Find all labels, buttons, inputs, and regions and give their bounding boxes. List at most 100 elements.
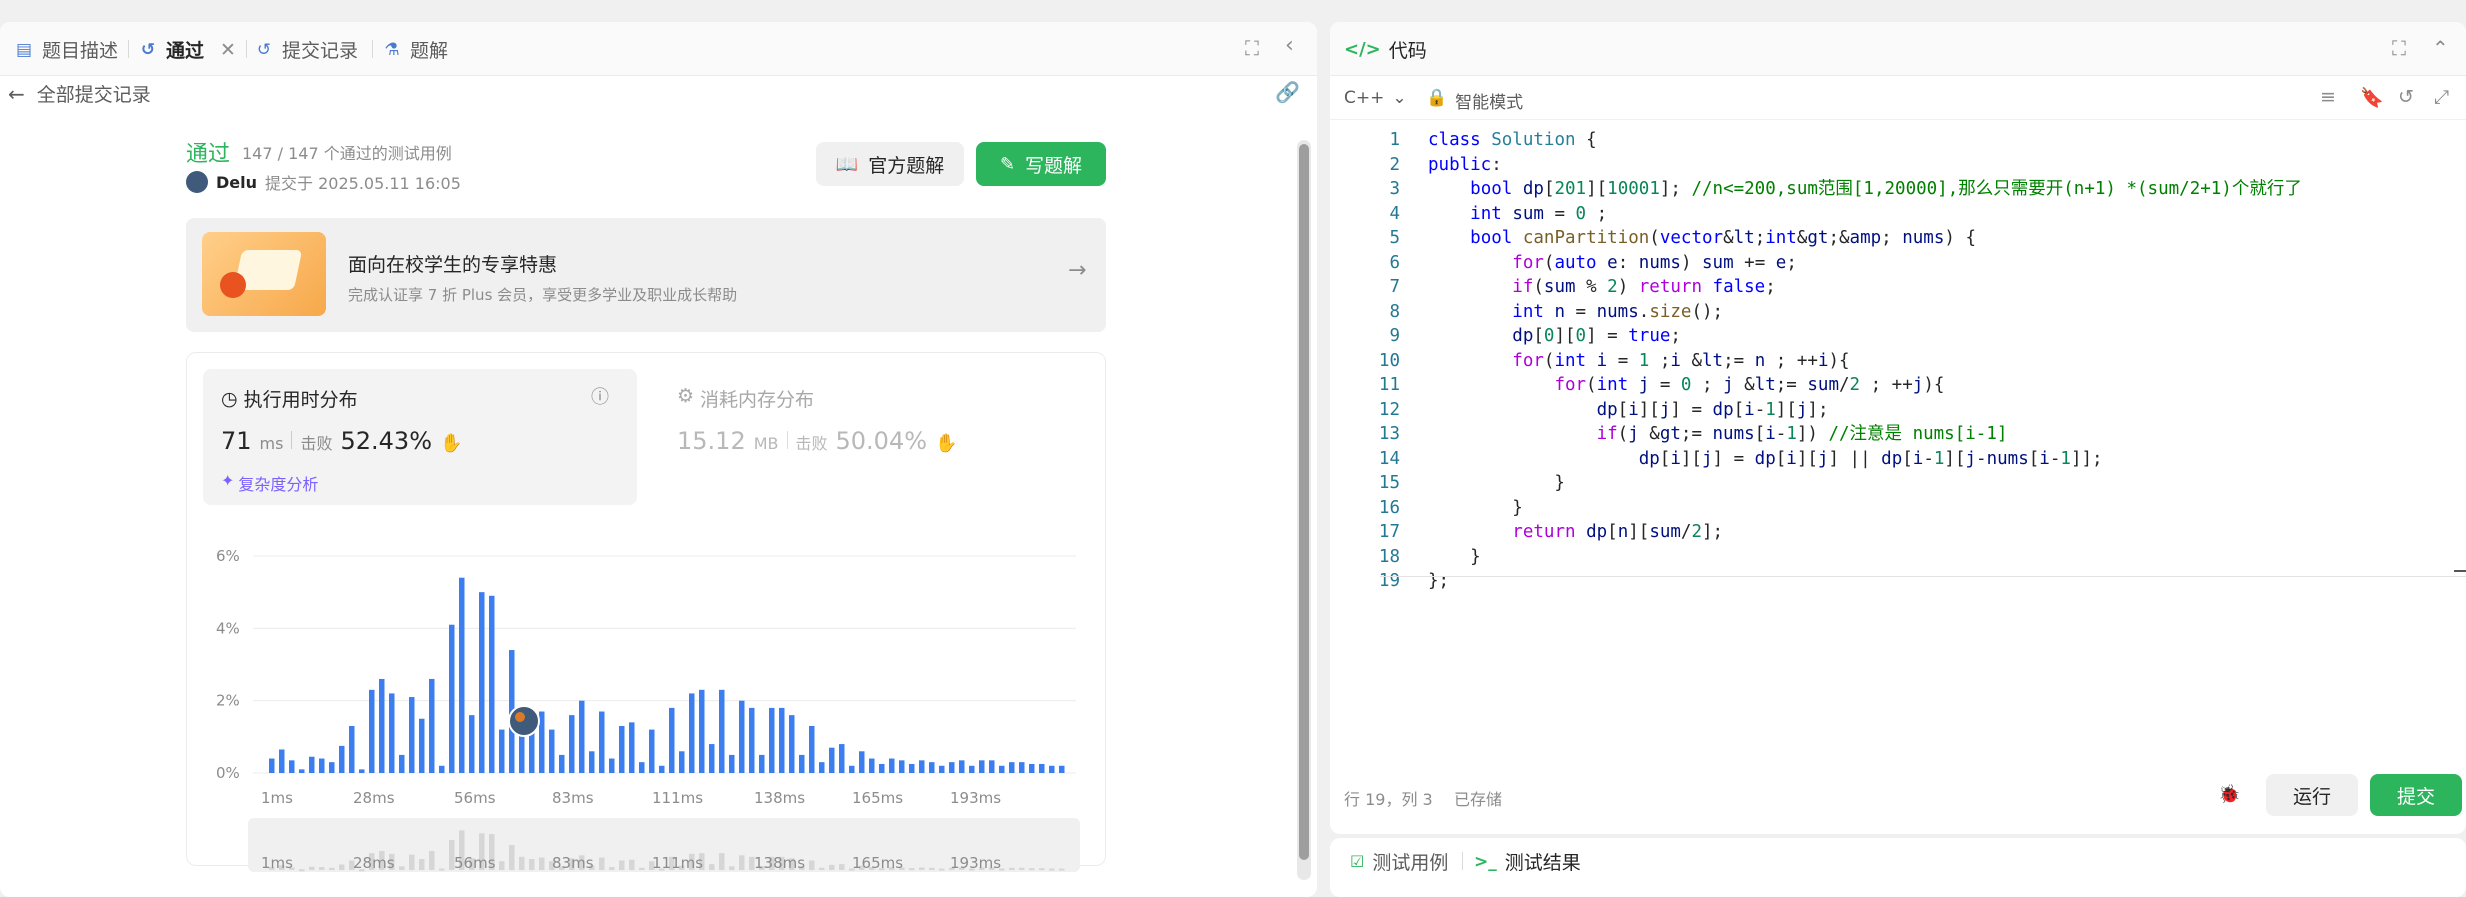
code-line[interactable]: 3 bool dp[201][10001]; //n<=200,sum范围[1,… <box>1360 177 2301 202</box>
chart-bar[interactable] <box>669 707 675 773</box>
chart-bar[interactable] <box>619 725 625 773</box>
chart-bar[interactable] <box>569 715 575 773</box>
memory-tab[interactable]: ⚙ 消耗内存分布 <box>677 385 814 412</box>
chart-bar[interactable] <box>639 762 645 773</box>
chart-bar[interactable] <box>699 689 705 773</box>
chart-bar[interactable] <box>919 760 925 773</box>
scrollbar-track[interactable] <box>1297 140 1311 880</box>
chart-bar[interactable] <box>929 762 935 773</box>
code-area[interactable]: 1 class Solution {2 public: 3 bool dp[201][… <box>1360 128 2302 594</box>
tab-solutions[interactable]: ⚗ 题解 <box>382 36 448 63</box>
avatar[interactable] <box>186 171 208 193</box>
promo-banner[interactable]: 面向在校学生的专享特惠 完成认证享 7 折 Plus 会员，享受更多学业及职业成… <box>186 218 1106 332</box>
scrollbar-thumb[interactable] <box>1299 144 1309 860</box>
chart-bar[interactable] <box>549 729 555 773</box>
code-line[interactable]: 16 } <box>1360 496 2302 521</box>
chart-bar[interactable] <box>589 751 595 773</box>
chart-bar[interactable] <box>499 729 505 773</box>
code-line[interactable]: 9 dp[0][0] = true; <box>1360 324 2302 349</box>
chart-bar[interactable] <box>629 722 635 773</box>
chart-bar[interactable] <box>329 762 335 773</box>
chart-bar[interactable] <box>489 595 495 773</box>
chart-bar[interactable] <box>839 744 845 773</box>
collapse-icon[interactable]: ‹ <box>1285 33 1294 58</box>
chart-bar[interactable] <box>269 758 275 773</box>
debug-icon[interactable]: 🐞 <box>2218 784 2240 805</box>
chart-bar[interactable] <box>419 718 425 773</box>
expand-icon[interactable]: ⤢ <box>2434 86 2449 108</box>
chart-bar[interactable] <box>659 765 665 773</box>
link-icon[interactable]: 🔗 <box>1275 80 1300 104</box>
chart-bar[interactable] <box>899 760 905 773</box>
tab-code[interactable]: </> 代码 <box>1344 36 1427 63</box>
chart-bar[interactable] <box>739 700 745 773</box>
tab-test-results[interactable]: >_ 测试结果 <box>1474 848 1581 875</box>
chart-bar[interactable] <box>909 763 915 773</box>
chart-bar[interactable] <box>819 762 825 773</box>
chart-bar[interactable] <box>849 765 855 773</box>
format-icon[interactable]: ≡ <box>2320 86 2336 108</box>
tab-description[interactable]: ▤ 题目描述 <box>14 36 118 63</box>
current-submission-avatar[interactable] <box>508 705 540 737</box>
chart-bar[interactable] <box>869 758 875 773</box>
chart-bar[interactable] <box>989 760 995 773</box>
chart-bar[interactable] <box>769 707 775 773</box>
chart-bar[interactable] <box>1009 762 1015 773</box>
chart-bar[interactable] <box>389 693 395 773</box>
username-link[interactable]: Delu <box>216 173 257 192</box>
chevron-up-icon[interactable]: ⌃ <box>2432 36 2449 60</box>
code-line[interactable]: 19}; <box>1360 569 2302 594</box>
chart-bar[interactable] <box>1049 765 1055 773</box>
chart-bar[interactable] <box>799 754 805 773</box>
chart-bar[interactable] <box>759 754 765 773</box>
info-icon[interactable]: ⓘ <box>591 383 609 409</box>
chart-bar[interactable] <box>679 751 685 773</box>
chart-bar[interactable] <box>609 758 615 773</box>
chart-bar[interactable] <box>359 769 365 773</box>
chart-bar[interactable] <box>459 577 465 773</box>
chart-bar[interactable] <box>829 747 835 773</box>
chart-bar[interactable] <box>599 711 605 773</box>
fullscreen-icon[interactable]: ⛶ <box>1245 36 1259 60</box>
chart-bar[interactable] <box>479 592 485 773</box>
chart-bar[interactable] <box>299 769 305 773</box>
chart-bar[interactable] <box>319 758 325 773</box>
code-line[interactable]: 2 public: <box>1360 153 2302 178</box>
chart-bar[interactable] <box>859 751 865 773</box>
language-select[interactable]: C++ ⌄ <box>1344 88 1407 108</box>
chart-bar[interactable] <box>469 715 475 773</box>
tab-accepted[interactable]: ↺ 通过 ✕ <box>138 36 236 63</box>
code-line[interactable]: 12 dp[i][j] = dp[i-1][j]; <box>1360 398 2302 423</box>
chart-bar[interactable] <box>719 689 725 773</box>
chart-bar[interactable] <box>979 760 985 773</box>
chart-bar[interactable] <box>369 689 375 773</box>
chart-bar[interactable] <box>429 678 435 773</box>
chart-bar[interactable] <box>949 762 955 773</box>
chart-bar[interactable] <box>399 754 405 773</box>
chart-bar[interactable] <box>939 765 945 773</box>
run-button[interactable]: 运行 <box>2266 774 2358 816</box>
chart-bar[interactable] <box>789 715 795 773</box>
smart-mode-toggle[interactable]: 🔒 智能模式 <box>1426 88 1523 113</box>
bookmark-icon[interactable]: 🔖 <box>2360 86 2384 109</box>
code-line[interactable]: 5 bool canPartition(vector&lt;int&gt;&am… <box>1360 226 2302 251</box>
runtime-panel[interactable]: ◷ 执行用时分布 ⓘ 71 ms 击败 52.43% ✋ ✦ 复杂度分析 <box>203 369 637 505</box>
code-line[interactable]: 11 for(int j = 0 ; j &lt;= sum/2 ; ++j){ <box>1360 373 2302 398</box>
chart-bar[interactable] <box>279 749 285 773</box>
chart-bar[interactable] <box>1059 765 1065 773</box>
code-line[interactable]: 6 for(auto e: nums) sum += e; <box>1360 251 2302 276</box>
runtime-distribution-chart[interactable]: 6% 4% 2% 0% 1ms 28ms 56ms 83ms 111ms 138ms 165ms 1… <box>186 522 1086 882</box>
chart-bar[interactable] <box>889 758 895 773</box>
write-solution-button[interactable]: ✎ 写题解 <box>976 142 1106 186</box>
chart-bar[interactable] <box>749 707 755 773</box>
chart-bar[interactable] <box>559 754 565 773</box>
code-line[interactable]: 14 dp[i][j] = dp[i][j] || dp[i-1][j-nums… <box>1360 447 2302 472</box>
chart-bar[interactable] <box>1019 762 1025 773</box>
chart-bar[interactable] <box>709 744 715 773</box>
code-line[interactable]: 15 } <box>1360 471 2302 496</box>
chart-bar[interactable] <box>409 697 415 773</box>
chart-bar[interactable] <box>289 760 295 773</box>
code-line[interactable]: 18 } <box>1360 545 2302 570</box>
chart-bar[interactable] <box>379 678 385 773</box>
code-line[interactable]: 13 if(j &gt;= nums[i-1]) //注意是 nums[i-1] <box>1360 422 2302 447</box>
